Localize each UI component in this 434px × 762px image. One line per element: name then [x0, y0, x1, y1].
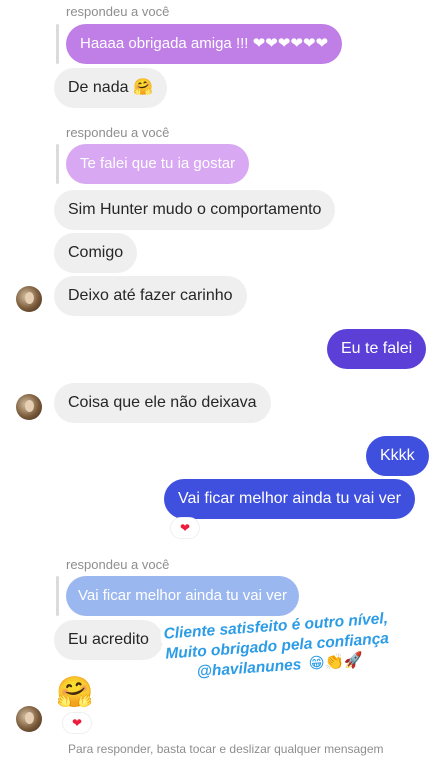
received-message[interactable]: Comigo — [54, 233, 138, 273]
heart-reaction-icon[interactable]: ❤ — [170, 517, 200, 539]
replied-message[interactable]: Vai ficar melhor ainda tu vai ver — [66, 576, 299, 616]
heart-reaction-icon[interactable]: ❤ — [62, 712, 92, 734]
promo-sticker: Cliente satisfeito é outro nível, Muito … — [160, 609, 394, 685]
reply-indicator — [56, 144, 59, 184]
reply-label: respondeu a você — [66, 125, 170, 140]
received-message[interactable]: De nada 🤗 — [54, 68, 167, 108]
sent-message[interactable]: Vai ficar melhor ainda tu vai ver — [164, 479, 415, 519]
reply-label: respondeu a você — [66, 557, 170, 572]
contact-avatar[interactable] — [16, 394, 42, 420]
replied-message[interactable]: Te falei que tu ia gostar — [66, 144, 250, 184]
reply-hint: Para responder, basta tocar e deslizar q… — [68, 742, 384, 756]
reply-label: respondeu a você — [66, 4, 170, 19]
hugging-face-emoji-message[interactable]: 🤗 — [56, 676, 93, 710]
sticker-emojis: 😁👏🚀 — [308, 651, 364, 673]
received-message[interactable]: Coisa que ele não deixava — [54, 383, 271, 423]
received-message[interactable]: Eu acredito — [54, 620, 163, 660]
received-message[interactable]: Deixo até fazer carinho — [54, 276, 247, 316]
reply-indicator — [56, 576, 59, 616]
reply-indicator — [56, 24, 59, 64]
replied-message[interactable]: Haaaa obrigada amiga !!! ❤❤❤❤❤❤ — [66, 24, 343, 64]
contact-avatar[interactable] — [16, 286, 42, 312]
received-message[interactable]: Sim Hunter mudo o comportamento — [54, 190, 336, 230]
contact-avatar[interactable] — [16, 706, 42, 732]
sent-message[interactable]: Kkkk — [366, 436, 429, 476]
sent-message[interactable]: Eu te falei — [327, 329, 427, 369]
